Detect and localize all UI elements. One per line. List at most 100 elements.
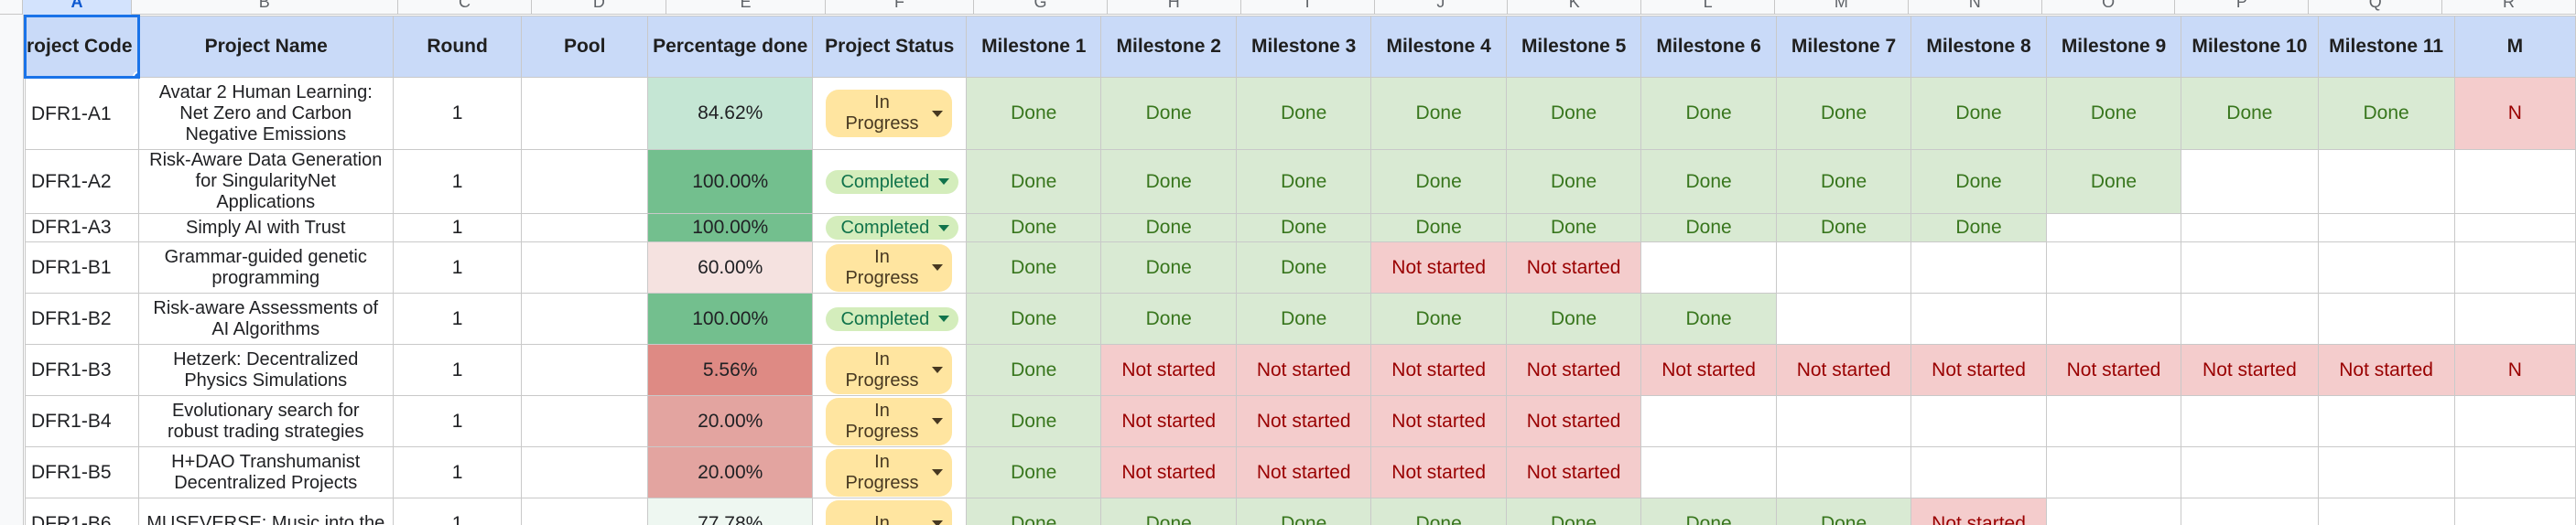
milestone-8-cell[interactable] <box>1910 293 2047 345</box>
pool-cell[interactable] <box>521 241 648 294</box>
milestone-1-cell[interactable]: Done <box>966 293 1102 345</box>
milestone-5-cell[interactable]: Done <box>1505 213 1642 242</box>
milestone-3-cell[interactable]: Not started <box>1235 344 1372 396</box>
milestone-3-cell[interactable]: Done <box>1235 149 1372 214</box>
project-status-cell[interactable]: In <box>812 498 968 525</box>
milestone-5-cell[interactable]: Done <box>1505 498 1642 525</box>
column-letter-q[interactable]: Q <box>2309 0 2443 15</box>
project-name-cell[interactable]: Simply AI with Trust <box>137 213 394 242</box>
milestone-7-cell[interactable] <box>1775 446 1912 498</box>
column-letter-g[interactable]: G <box>974 0 1108 15</box>
status-dropdown-chip[interactable]: Completed <box>826 306 959 331</box>
milestone-10-cell[interactable] <box>2181 149 2319 214</box>
column-letter-c[interactable]: C <box>398 0 533 15</box>
project-code-cell[interactable]: DFR1-B5 <box>25 446 139 498</box>
status-dropdown-chip[interactable]: In Progress <box>826 346 953 394</box>
milestone-11-cell[interactable] <box>2317 395 2455 447</box>
milestone-1-cell[interactable]: Done <box>966 149 1102 214</box>
header-milestone-9[interactable]: Milestone 9 <box>2045 16 2182 78</box>
milestone-11-cell[interactable] <box>2317 241 2455 294</box>
milestone-5-cell[interactable]: Not started <box>1505 395 1642 447</box>
milestone-7-cell[interactable]: Done <box>1775 77 1912 150</box>
project-code-cell[interactable]: DFR1-B1 <box>25 241 139 294</box>
round-cell[interactable]: 1 <box>392 149 523 214</box>
milestone-9-cell[interactable] <box>2045 446 2182 498</box>
column-letter-i[interactable]: I <box>1241 0 1375 15</box>
milestone-3-cell[interactable]: Not started <box>1235 395 1372 447</box>
milestone-1-cell[interactable]: Done <box>966 446 1102 498</box>
project-status-cell[interactable]: In Progress <box>812 344 968 396</box>
round-cell[interactable]: 1 <box>392 77 523 150</box>
header-milestone-3[interactable]: Milestone 3 <box>1235 16 1372 78</box>
select-all-corner[interactable] <box>0 0 23 15</box>
milestone-9-cell[interactable]: Done <box>2045 77 2182 150</box>
milestone-2-cell[interactable]: Done <box>1100 77 1237 150</box>
milestone-11-cell[interactable]: Not started <box>2317 344 2455 396</box>
project-code-cell[interactable]: DFR1-B2 <box>25 293 139 345</box>
milestone-7-cell[interactable]: Not started <box>1775 344 1912 396</box>
status-dropdown-chip[interactable]: In Progress <box>826 90 953 137</box>
column-letter-n[interactable]: N <box>1909 0 2042 15</box>
column-letter-p[interactable]: P <box>2175 0 2310 15</box>
status-dropdown-chip[interactable]: In Progress <box>826 448 953 497</box>
round-cell[interactable]: 1 <box>392 241 523 294</box>
project-status-cell[interactable]: In Progress <box>812 446 968 498</box>
header-milestone-10[interactable]: Milestone 10 <box>2181 16 2319 78</box>
header-project-status[interactable]: Project Status <box>812 16 968 78</box>
round-cell[interactable]: 1 <box>392 213 523 242</box>
milestone-10-cell[interactable]: Done <box>2181 77 2319 150</box>
milestone-9-cell[interactable] <box>2045 213 2182 242</box>
round-cell[interactable]: 1 <box>392 446 523 498</box>
milestone-10-cell[interactable] <box>2181 293 2319 345</box>
milestone-6-cell[interactable]: Not started <box>1640 344 1777 396</box>
column-letter-h[interactable]: H <box>1108 0 1241 15</box>
milestone-8-cell[interactable] <box>1910 241 2047 294</box>
milestone-12-cell[interactable] <box>2453 446 2576 498</box>
milestone-2-cell[interactable]: Not started <box>1100 395 1237 447</box>
column-letter-m[interactable]: M <box>1775 0 1909 15</box>
milestone-9-cell[interactable]: Done <box>2045 149 2182 214</box>
milestone-7-cell[interactable]: Done <box>1775 213 1912 242</box>
status-dropdown-chip[interactable]: In Progress <box>826 243 953 292</box>
header-pool[interactable]: Pool <box>521 16 648 78</box>
milestone-12-cell[interactable] <box>2453 241 2576 294</box>
milestone-1-cell[interactable]: Done <box>966 241 1102 294</box>
milestone-8-cell[interactable]: Done <box>1910 213 2047 242</box>
milestone-12-cell[interactable] <box>2453 213 2576 242</box>
milestone-8-cell[interactable]: Done <box>1910 149 2047 214</box>
percentage-done-cell[interactable]: 20.00% <box>646 446 814 498</box>
milestone-10-cell[interactable] <box>2181 213 2319 242</box>
milestone-12-cell[interactable]: N <box>2453 77 2576 150</box>
percentage-done-cell[interactable]: 5.56% <box>646 344 814 396</box>
milestone-8-cell[interactable]: Done <box>1910 77 2047 150</box>
project-status-cell[interactable]: In Progress <box>812 241 968 294</box>
milestone-1-cell[interactable]: Done <box>966 213 1102 242</box>
project-name-cell[interactable]: Evolutionary search for robust trading s… <box>137 395 394 447</box>
pool-cell[interactable] <box>521 293 648 345</box>
project-code-cell[interactable]: DFR1-A2 <box>25 149 139 214</box>
status-dropdown-chip[interactable]: In Progress <box>826 397 953 445</box>
status-dropdown-chip[interactable]: In <box>826 499 953 525</box>
column-letter-b[interactable]: B <box>132 0 398 15</box>
milestone-11-cell[interactable] <box>2317 446 2455 498</box>
milestone-4-cell[interactable]: Done <box>1370 293 1507 345</box>
milestone-9-cell[interactable]: Not started <box>2045 344 2182 396</box>
milestone-4-cell[interactable]: Not started <box>1370 395 1507 447</box>
header-milestone-4[interactable]: Milestone 4 <box>1370 16 1507 78</box>
pool-cell[interactable] <box>521 498 648 525</box>
milestone-10-cell[interactable] <box>2181 395 2319 447</box>
fill-handle[interactable] <box>132 71 136 75</box>
header-project-code[interactable]: roject Code <box>24 15 140 79</box>
project-status-cell[interactable]: Completed <box>812 213 968 242</box>
milestone-11-cell[interactable] <box>2317 293 2455 345</box>
pool-cell[interactable] <box>521 395 648 447</box>
milestone-3-cell[interactable]: Done <box>1235 293 1372 345</box>
column-letter-l[interactable]: L <box>1641 0 1775 15</box>
pool-cell[interactable] <box>521 213 648 242</box>
milestone-11-cell[interactable] <box>2317 498 2455 525</box>
header-round[interactable]: Round <box>392 16 523 78</box>
column-letter-f[interactable]: F <box>826 0 975 15</box>
column-letter-r[interactable]: R <box>2442 0 2576 15</box>
pool-cell[interactable] <box>521 446 648 498</box>
milestone-6-cell[interactable]: Done <box>1640 77 1777 150</box>
